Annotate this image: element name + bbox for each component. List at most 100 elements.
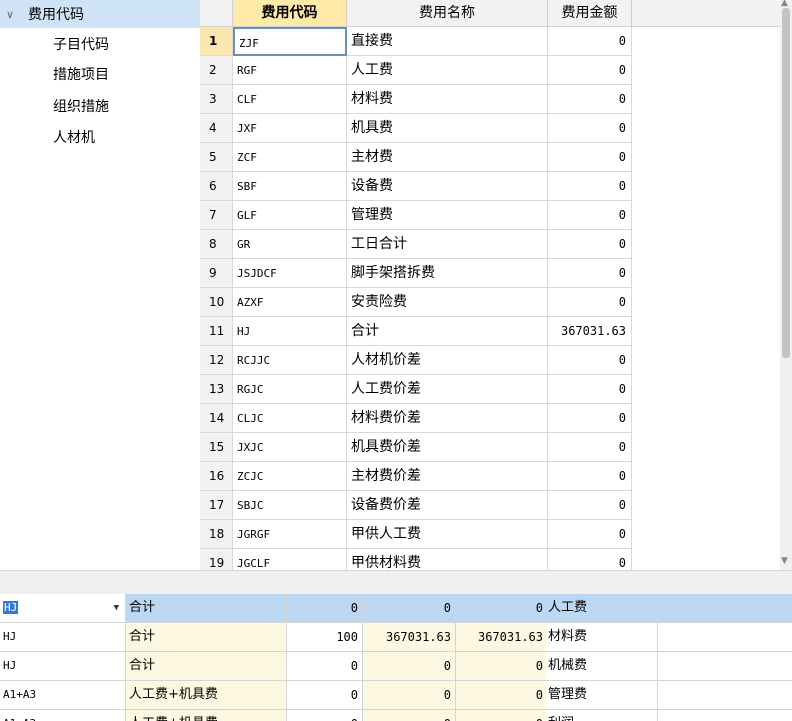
fee-name-cell[interactable]: 工日合计 xyxy=(347,230,548,259)
fee-name-cell[interactable]: 合计 xyxy=(347,317,548,346)
header-fee-code[interactable]: 费用代码 xyxy=(233,0,347,26)
fee-name-cell[interactable]: 管理费 xyxy=(347,201,548,230)
name-cell[interactable]: 人工费+机具费 xyxy=(126,681,287,710)
dropdown-arrow-icon[interactable]: ▼ xyxy=(114,594,119,622)
table-row[interactable]: 16 ZCJC 主材费价差 0 xyxy=(200,462,780,491)
table-row[interactable]: 5 ZCF 主材费 0 xyxy=(200,143,780,172)
fee-code-cell[interactable]: CLF xyxy=(233,85,347,114)
header-fee-name[interactable]: 费用名称 xyxy=(347,0,548,26)
code-cell[interactable]: A1+A3 xyxy=(0,710,126,721)
vertical-scrollbar[interactable]: ▲ ▼ xyxy=(780,0,792,570)
empty-cell[interactable] xyxy=(658,652,792,681)
fee-name-cell[interactable]: 机具费价差 xyxy=(347,433,548,462)
fee-code-cell[interactable]: AZXF xyxy=(233,288,347,317)
table-row[interactable]: 7 GLF 管理费 0 xyxy=(200,201,780,230)
fee-name-cell[interactable]: 直接费 xyxy=(347,27,548,56)
fee-code-cell[interactable]: GR xyxy=(233,230,347,259)
header-fee-amount[interactable]: 费用金额 xyxy=(548,0,632,26)
rate-cell[interactable]: 0 xyxy=(287,710,363,721)
empty-cell[interactable] xyxy=(658,594,792,623)
tree-item-org-measures[interactable]: 组织措施 xyxy=(53,93,109,121)
fee-name-cell[interactable]: 设备费 xyxy=(347,172,548,201)
fee-name-cell[interactable]: 主材费价差 xyxy=(347,462,548,491)
fee-code-cell[interactable]: JSJDCF xyxy=(233,259,347,288)
fee-name-cell[interactable]: 甲供材料费 xyxy=(347,549,548,570)
grid-row[interactable]: A1+A3人工费+机具费000利润 xyxy=(0,710,792,721)
scrollbar-thumb[interactable] xyxy=(782,8,790,358)
fee-code-cell[interactable]: RCJJC xyxy=(233,346,347,375)
fee-code-cell[interactable]: JGRGF xyxy=(233,520,347,549)
table-row[interactable]: 6 SBF 设备费 0 xyxy=(200,172,780,201)
fee-code-cell[interactable]: CLJC xyxy=(233,404,347,433)
fee-name-cell[interactable]: 材料费价差 xyxy=(347,404,548,433)
code-cell[interactable]: A1+A3 xyxy=(0,681,126,710)
table-row[interactable]: 1 ZJF 直接费 0 xyxy=(200,27,780,56)
fee-code-cell[interactable]: ZCJC xyxy=(233,462,347,491)
grid-row[interactable]: HJ 合计 100 367031.63 367031.63 材料费 xyxy=(0,623,792,652)
grid-row[interactable]: HJ 合计 0 0 0 机械费 xyxy=(0,652,792,681)
table-row[interactable]: 13 RGJC 人工费价差 0 xyxy=(200,375,780,404)
tree-item-measures[interactable]: 措施项目 xyxy=(53,61,109,89)
code-combo-value[interactable]: HJ xyxy=(3,601,19,614)
table-row[interactable]: 9 JSJDCF 脚手架搭拆费 0 xyxy=(200,259,780,288)
fee-code-cell[interactable]: RGJC xyxy=(233,375,347,404)
item-name-cell[interactable]: 利润 xyxy=(546,710,658,721)
fee-name-cell[interactable]: 脚手架搭拆费 xyxy=(347,259,548,288)
fee-name-cell[interactable]: 人工费价差 xyxy=(347,375,548,404)
empty-cell[interactable] xyxy=(658,681,792,710)
fee-code-cell[interactable]: ZCF xyxy=(233,143,347,172)
grid-row[interactable]: HJ ▼ 合计 0 0 0 人工费 xyxy=(0,594,792,623)
table-row[interactable]: 15 JXJC 机具费价差 0 xyxy=(200,433,780,462)
item-name-cell[interactable]: 人工费 xyxy=(546,594,658,623)
scroll-down-icon[interactable]: ▼ xyxy=(781,556,788,566)
grid-row[interactable]: A1+A3 人工费+机具费 0 0 0 管理费 xyxy=(0,681,792,710)
rate-cell[interactable]: 0 xyxy=(287,594,363,623)
tree-item-labor-material-machine[interactable]: 人材机 xyxy=(53,124,95,152)
fee-code-cell[interactable]: JXJC xyxy=(233,433,347,462)
item-name-cell[interactable]: 管理费 xyxy=(546,681,658,710)
rate-cell[interactable]: 0 xyxy=(287,681,363,710)
fee-name-cell[interactable]: 人材机价差 xyxy=(347,346,548,375)
fee-name-cell[interactable]: 材料费 xyxy=(347,85,548,114)
table-row[interactable]: 8 GR 工日合计 0 xyxy=(200,230,780,259)
table-row[interactable]: 12 RCJJC 人材机价差 0 xyxy=(200,346,780,375)
name-cell[interactable]: 合计 xyxy=(126,623,287,652)
table-row[interactable]: 18 JGRGF 甲供人工费 0 xyxy=(200,520,780,549)
fee-code-cell[interactable]: JGCLF xyxy=(233,549,347,570)
scroll-up-icon[interactable]: ▲ xyxy=(781,0,788,8)
fee-name-cell[interactable]: 机具费 xyxy=(347,114,548,143)
fee-code-cell[interactable]: SBF xyxy=(233,172,347,201)
table-row[interactable]: 4 JXF 机具费 0 xyxy=(200,114,780,143)
rate-cell[interactable]: 0 xyxy=(287,652,363,681)
table-row[interactable]: 17 SBJC 设备费价差 0 xyxy=(200,491,780,520)
fee-code-cell[interactable]: HJ xyxy=(233,317,347,346)
fee-name-cell[interactable]: 人工费 xyxy=(347,56,548,85)
fee-code-cell[interactable]: SBJC xyxy=(233,491,347,520)
fee-name-cell[interactable]: 设备费价差 xyxy=(347,491,548,520)
table-row[interactable]: 10 AZXF 安责险费 0 xyxy=(200,288,780,317)
fee-name-cell[interactable]: 主材费 xyxy=(347,143,548,172)
pane-splitter[interactable] xyxy=(0,570,792,595)
fee-name-cell[interactable]: 安责险费 xyxy=(347,288,548,317)
code-cell[interactable]: HJ xyxy=(0,623,126,652)
fee-code-cell[interactable]: RGF xyxy=(233,56,347,85)
table-row[interactable]: 19 JGCLF 甲供材料费 0 xyxy=(200,549,780,570)
table-row[interactable]: 2 RGF 人工费 0 xyxy=(200,56,780,85)
fee-code-cell[interactable]: GLF xyxy=(233,201,347,230)
code-combo[interactable]: HJ ▼ xyxy=(0,594,126,623)
table-row[interactable]: 3 CLF 材料费 0 xyxy=(200,85,780,114)
empty-cell[interactable] xyxy=(658,710,792,721)
tree-root-fee-code[interactable]: ∨ 费用代码 xyxy=(0,0,200,28)
fee-name-cell[interactable]: 甲供人工费 xyxy=(347,520,548,549)
table-row[interactable]: 14 CLJC 材料费价差 0 xyxy=(200,404,780,433)
name-cell[interactable]: 人工费+机具费 xyxy=(126,710,287,721)
name-cell[interactable]: 合计 xyxy=(126,594,287,623)
chevron-down-icon[interactable]: ∨ xyxy=(6,8,20,21)
empty-cell[interactable] xyxy=(658,623,792,652)
item-name-cell[interactable]: 材料费 xyxy=(546,623,658,652)
code-cell[interactable]: HJ xyxy=(0,652,126,681)
rate-cell[interactable]: 100 xyxy=(287,623,363,652)
name-cell[interactable]: 合计 xyxy=(126,652,287,681)
fee-code-cell[interactable]: ZJF xyxy=(233,27,347,56)
fee-code-cell[interactable]: JXF xyxy=(233,114,347,143)
